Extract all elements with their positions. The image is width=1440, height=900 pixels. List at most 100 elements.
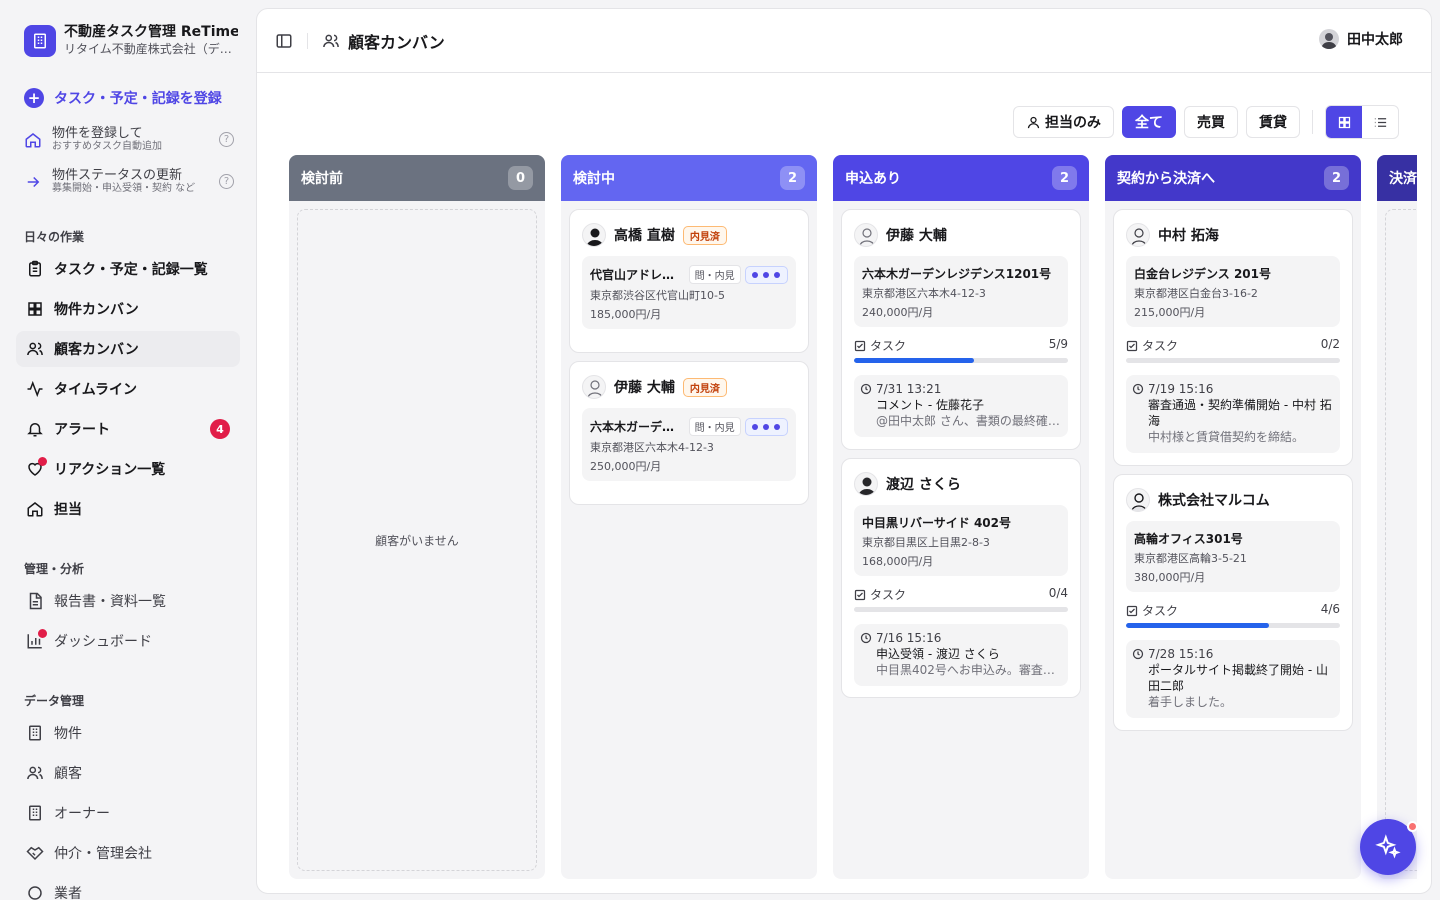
nav-vendors-label: 業者 xyxy=(54,886,82,900)
notification-dot xyxy=(1407,821,1418,832)
bell-icon xyxy=(26,420,44,438)
sidebar-toggle-icon[interactable] xyxy=(275,32,293,50)
property-address: 東京都渋谷区代官山町10-5 xyxy=(590,289,725,302)
nav-reactions[interactable]: リアクション一覧 xyxy=(16,451,240,487)
nav-reactions-label: リアクション一覧 xyxy=(54,462,166,478)
property-box[interactable]: 白金台レジデンス 201号 東京都港区白金台3-16-2 215,000円/月 xyxy=(1126,256,1340,327)
update-status-button[interactable]: 物件ステータスの更新 募集開始・申込受領・契約 など ? xyxy=(24,168,234,195)
activity-body: 着手しました。 xyxy=(1148,695,1233,709)
users-icon xyxy=(323,34,339,47)
notification-dot xyxy=(38,457,47,466)
property-price: 185,000円/月 xyxy=(590,308,662,321)
update-status-sub: 募集開始・申込受領・契約 など xyxy=(52,183,196,194)
task-label: タスク xyxy=(1142,604,1179,618)
activity-title: ポータルサイト掲載終了開始 - 山田二郎 xyxy=(1148,663,1328,693)
customer-card[interactable]: 伊藤 大輔 六本木ガーデンレジデンス1201号 東京都港区六本木4-12-3 2… xyxy=(841,209,1081,450)
nav-owners[interactable]: オーナー xyxy=(16,795,240,831)
users-icon xyxy=(26,764,44,782)
filter-sale-button[interactable]: 売買 xyxy=(1184,106,1238,138)
status-badge: 内見済 xyxy=(682,377,727,397)
column-before: 検討前 0 顧客がいません xyxy=(289,155,545,879)
latest-activity[interactable]: 7/16 15:16 申込受領 - 渡辺 さくら 中目黒402号へお申込み。審査… xyxy=(854,624,1068,686)
user-menu[interactable]: 田中太郎 xyxy=(1319,29,1403,49)
nav-alerts[interactable]: アラート 4 xyxy=(16,411,240,447)
help-icon[interactable]: ? xyxy=(219,132,234,147)
property-box[interactable]: 代官山アドレス… 問・内見 東京都渋谷区代官山町10-5 185,000円/月 xyxy=(582,256,796,329)
property-box[interactable]: 六本木ガーデンレジデンス1201号 東京都港区六本木4-12-3 240,000… xyxy=(854,256,1068,327)
activity-title: 申込受領 - 渡辺 さくら xyxy=(876,647,1000,661)
activity-title: コメント - 佐藤花子 xyxy=(876,398,984,412)
nav-property-kanban-label: 物件カンバン xyxy=(54,302,139,318)
customer-card[interactable]: 株式会社マルコム 高輪オフィス301号 東京都港区高輪3-5-21 380,00… xyxy=(1113,474,1353,731)
users-icon xyxy=(26,340,44,358)
property-box[interactable]: 高輪オフィス301号 東京都港区高輪3-5-21 380,000円/月 xyxy=(1126,521,1340,592)
brand[interactable]: 不動産タスク管理 ReTime リタイム不動産株式会社（デ… xyxy=(24,24,238,57)
nav-customer-kanban[interactable]: 顧客カンバン xyxy=(16,331,240,367)
property-price: 250,000円/月 xyxy=(590,460,662,473)
nav-alerts-label: アラート xyxy=(54,422,110,438)
nav-dashboard[interactable]: ダッシュボード xyxy=(16,623,240,659)
nav-customers[interactable]: 顧客 xyxy=(16,755,240,791)
property-price: 215,000円/月 xyxy=(1134,306,1206,319)
property-box[interactable]: 六本木ガーデン… 問・内見 東京都港区六本木4-12-3 250,000円/月 xyxy=(582,408,796,481)
property-box[interactable]: 中目黒リバーサイド 402号 東京都目黒区上目黒2-8-3 168,000円/月 xyxy=(854,505,1068,576)
customer-card[interactable]: 伊藤 大輔 内見済 六本木ガーデン… 問・内見 東京都港区六本木4-12-3 2… xyxy=(569,361,809,505)
add-task-label: タスク・予定・記録を登録 xyxy=(54,91,222,107)
column-title: 検討中 xyxy=(573,171,615,187)
more-menu-button[interactable] xyxy=(744,265,788,284)
clipboard-icon xyxy=(26,260,44,278)
property-address: 東京都港区白金台3-16-2 xyxy=(1134,287,1258,300)
property-title: 白金台レジデンス 201号 xyxy=(1134,267,1271,281)
header-divider xyxy=(307,32,308,49)
progress-fill xyxy=(1126,623,1270,628)
customer-card[interactable]: 中村 拓海 白金台レジデンス 201号 東京都港区白金台3-16-2 215,0… xyxy=(1113,209,1353,466)
filter-bar: 担当のみ 全て 売買 賃貸 xyxy=(1005,105,1399,139)
brand-subtitle: リタイム不動産株式会社（デ… xyxy=(64,42,232,56)
empty-state xyxy=(1385,209,1417,871)
list-view-button[interactable] xyxy=(1362,106,1398,138)
nav-properties[interactable]: 物件 xyxy=(16,715,240,751)
property-price: 168,000円/月 xyxy=(862,555,934,568)
stage-tag: 問・内見 xyxy=(688,265,741,284)
nav-tasks[interactable]: タスク・予定・記録一覧 xyxy=(16,251,240,287)
nav-dashboard-label: ダッシュボード xyxy=(54,634,152,650)
grid-view-button[interactable] xyxy=(1326,106,1362,138)
customer-card[interactable]: 高橋 直樹 内見済 代官山アドレス… 問・内見 東京都渋谷区代官山町10-5 1… xyxy=(569,209,809,353)
more-menu-button[interactable] xyxy=(744,417,788,436)
task-progress: タスク 5/9 xyxy=(854,337,1068,354)
nav-owners-label: オーナー xyxy=(54,806,110,822)
column-header: 決済 xyxy=(1377,155,1417,201)
help-icon[interactable]: ? xyxy=(219,174,234,189)
task-count: 5/9 xyxy=(1048,337,1068,351)
ai-assistant-button[interactable] xyxy=(1360,819,1418,875)
property-address: 東京都港区六本木4-12-3 xyxy=(862,287,986,300)
register-property-button[interactable]: 物件を登録して おすすめタスク自動追加 ? xyxy=(24,126,234,153)
column-count: 0 xyxy=(507,166,533,190)
filter-all-button[interactable]: 全て xyxy=(1122,106,1176,138)
latest-activity[interactable]: 7/19 15:16 審査通過・契約準備開始 - 中村 拓海 中村様と賃貸借契約… xyxy=(1126,375,1340,453)
property-address: 東京都港区高輪3-5-21 xyxy=(1134,552,1247,565)
nav-vendors[interactable]: 業者 xyxy=(16,875,240,900)
task-label: タスク xyxy=(1142,339,1179,353)
checkbox-icon xyxy=(1126,340,1138,351)
nav-property-kanban[interactable]: 物件カンバン xyxy=(16,291,240,327)
add-task-button[interactable]: + タスク・予定・記録を登録 xyxy=(24,88,222,108)
nav-reports[interactable]: 報告書・資料一覧 xyxy=(16,583,240,619)
nav-timeline[interactable]: タイムライン xyxy=(16,371,240,407)
building-logo-icon xyxy=(24,24,56,57)
latest-activity[interactable]: 7/31 13:21 コメント - 佐藤花子 @田中太郎 さん、書類の最終確… xyxy=(854,375,1068,437)
sparkles-icon xyxy=(1375,834,1401,859)
property-price: 240,000円/月 xyxy=(862,306,934,319)
handshake-icon xyxy=(26,844,44,862)
customer-card[interactable]: 渡辺 さくら 中目黒リバーサイド 402号 東京都目黒区上目黒2-8-3 168… xyxy=(841,458,1081,698)
latest-activity[interactable]: 7/28 15:16 ポータルサイト掲載終了開始 - 山田二郎 着手しました。 xyxy=(1126,640,1340,718)
nav-assigned[interactable]: 担当 xyxy=(16,491,240,527)
column-title: 決済 xyxy=(1389,171,1417,187)
filter-rent-button[interactable]: 賃貸 xyxy=(1246,106,1300,138)
register-property-label: 物件を登録して xyxy=(52,126,143,141)
activity-time: 7/28 15:16 xyxy=(1148,647,1214,661)
nav-brokers[interactable]: 仲介・管理会社 xyxy=(16,835,240,871)
filter-mine-button[interactable]: 担当のみ xyxy=(1013,106,1114,138)
checkbox-icon xyxy=(854,340,866,351)
customer-name: 中村 拓海 xyxy=(1158,228,1219,244)
